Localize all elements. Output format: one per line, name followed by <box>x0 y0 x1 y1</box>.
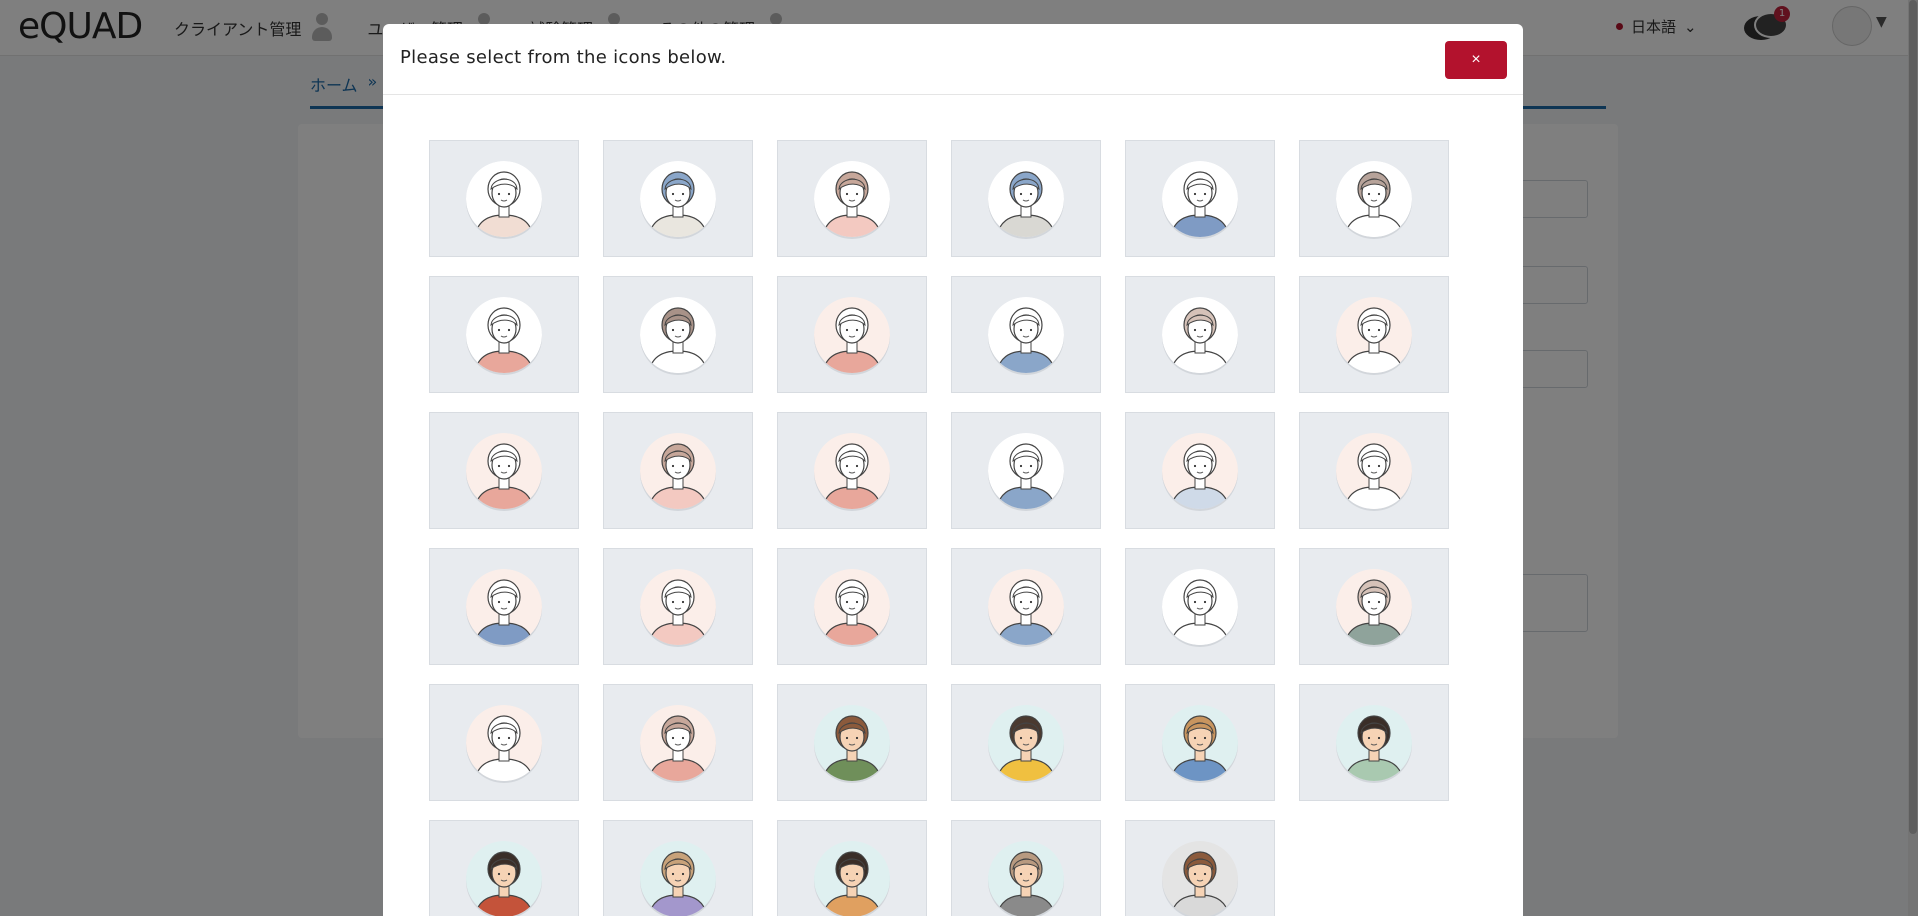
avatar-woman-profile-green-icon <box>1336 568 1412 647</box>
modal-header: Please select from the icons below. × <box>383 24 1523 95</box>
avatar-option[interactable] <box>429 276 579 393</box>
avatar-woman-curly-hair-icon <box>814 432 890 511</box>
avatar-woman-ponytail-icon <box>814 296 890 375</box>
avatar-option[interactable] <box>777 140 927 257</box>
avatar-option[interactable] <box>951 548 1101 665</box>
avatar-man-yellow-shirt-icon <box>988 704 1064 783</box>
avatar-woman-collar-icon <box>1336 296 1412 375</box>
avatar-man-striped-shirt-icon <box>1162 432 1238 511</box>
avatar-woman-denim-jacket-icon <box>466 568 542 647</box>
icon-select-modal: Please select from the icons below. × <box>383 24 1523 916</box>
avatar-option[interactable] <box>951 412 1101 529</box>
avatar-option[interactable] <box>603 684 753 801</box>
avatar-option[interactable] <box>951 276 1101 393</box>
avatar-option[interactable] <box>429 684 579 801</box>
avatar-option[interactable] <box>1125 412 1275 529</box>
avatar-option[interactable] <box>1125 820 1275 916</box>
avatar-woman-long-hair-icon <box>640 432 716 511</box>
avatar-man-suit-blue-hair-icon <box>640 160 716 239</box>
avatar-boy-red-shirt-icon <box>466 840 542 916</box>
avatar-man-orange-shirt-icon <box>814 840 890 916</box>
avatar-option[interactable] <box>777 684 927 801</box>
avatar-option[interactable] <box>1125 276 1275 393</box>
avatar-man-purple-peace-icon <box>640 840 716 916</box>
avatar-option[interactable] <box>603 412 753 529</box>
avatar-option[interactable] <box>1299 548 1449 665</box>
avatar-option[interactable] <box>951 820 1101 916</box>
avatar-option[interactable] <box>603 276 753 393</box>
avatar-option[interactable] <box>777 548 927 665</box>
avatar-man-navy-sweater-icon <box>988 432 1064 511</box>
avatar-man-pink-shirt-icon <box>640 568 716 647</box>
avatar-grid <box>429 140 1449 916</box>
avatar-woman-bun-icon <box>466 432 542 511</box>
avatar-option[interactable] <box>1299 140 1449 257</box>
avatar-woman-bob-icon <box>814 160 890 239</box>
avatar-option[interactable] <box>1125 548 1275 665</box>
avatar-man-striped-smile-icon <box>988 840 1064 916</box>
close-button[interactable]: × <box>1445 41 1507 79</box>
avatar-woman-profile-ponytail-icon <box>1162 568 1238 647</box>
avatar-option[interactable] <box>429 140 579 257</box>
avatar-man-tie-icon <box>1336 160 1412 239</box>
avatar-option[interactable] <box>777 820 927 916</box>
avatar-woman-wavy-hair-icon <box>1162 296 1238 375</box>
avatar-man-profile-blue-icon <box>988 568 1064 647</box>
avatar-option[interactable] <box>1299 684 1449 801</box>
avatar-option[interactable] <box>429 820 579 916</box>
modal-title: Please select from the icons below. <box>400 47 727 68</box>
avatar-option[interactable] <box>951 684 1101 801</box>
avatar-option[interactable] <box>1125 140 1275 257</box>
avatar-woman-profile-bun-icon <box>814 568 890 647</box>
avatar-woman-profile-long-icon <box>640 704 716 783</box>
avatar-option[interactable] <box>1299 412 1449 529</box>
avatar-man-blue-tie-icon <box>1336 432 1412 511</box>
avatar-option[interactable] <box>429 412 579 529</box>
avatar-option[interactable] <box>429 548 579 665</box>
avatar-option[interactable] <box>777 276 927 393</box>
avatar-man-blue-suit-icon <box>1162 160 1238 239</box>
avatar-man-denim-sparkle-icon <box>1162 704 1238 783</box>
avatar-option[interactable] <box>1125 684 1275 801</box>
avatar-option[interactable] <box>1299 276 1449 393</box>
avatar-option[interactable] <box>603 140 753 257</box>
avatar-option[interactable] <box>603 820 753 916</box>
avatar-woman-pink-top-icon <box>466 296 542 375</box>
avatar-woman-call-center-icon <box>1162 840 1238 916</box>
avatar-woman-short-hair-icon <box>466 160 542 239</box>
avatar-woman-profile-bob-icon <box>466 704 542 783</box>
avatar-man-blue-sweater-icon <box>988 296 1064 375</box>
avatar-man-thinking-icon <box>1336 704 1412 783</box>
avatar-woman-long-blue-hair-icon <box>988 160 1064 239</box>
avatar-man-waving-green-icon <box>814 704 890 783</box>
avatar-option[interactable] <box>603 548 753 665</box>
avatar-option[interactable] <box>951 140 1101 257</box>
avatar-man-curly-hair-icon <box>640 296 716 375</box>
avatar-option[interactable] <box>777 412 927 529</box>
